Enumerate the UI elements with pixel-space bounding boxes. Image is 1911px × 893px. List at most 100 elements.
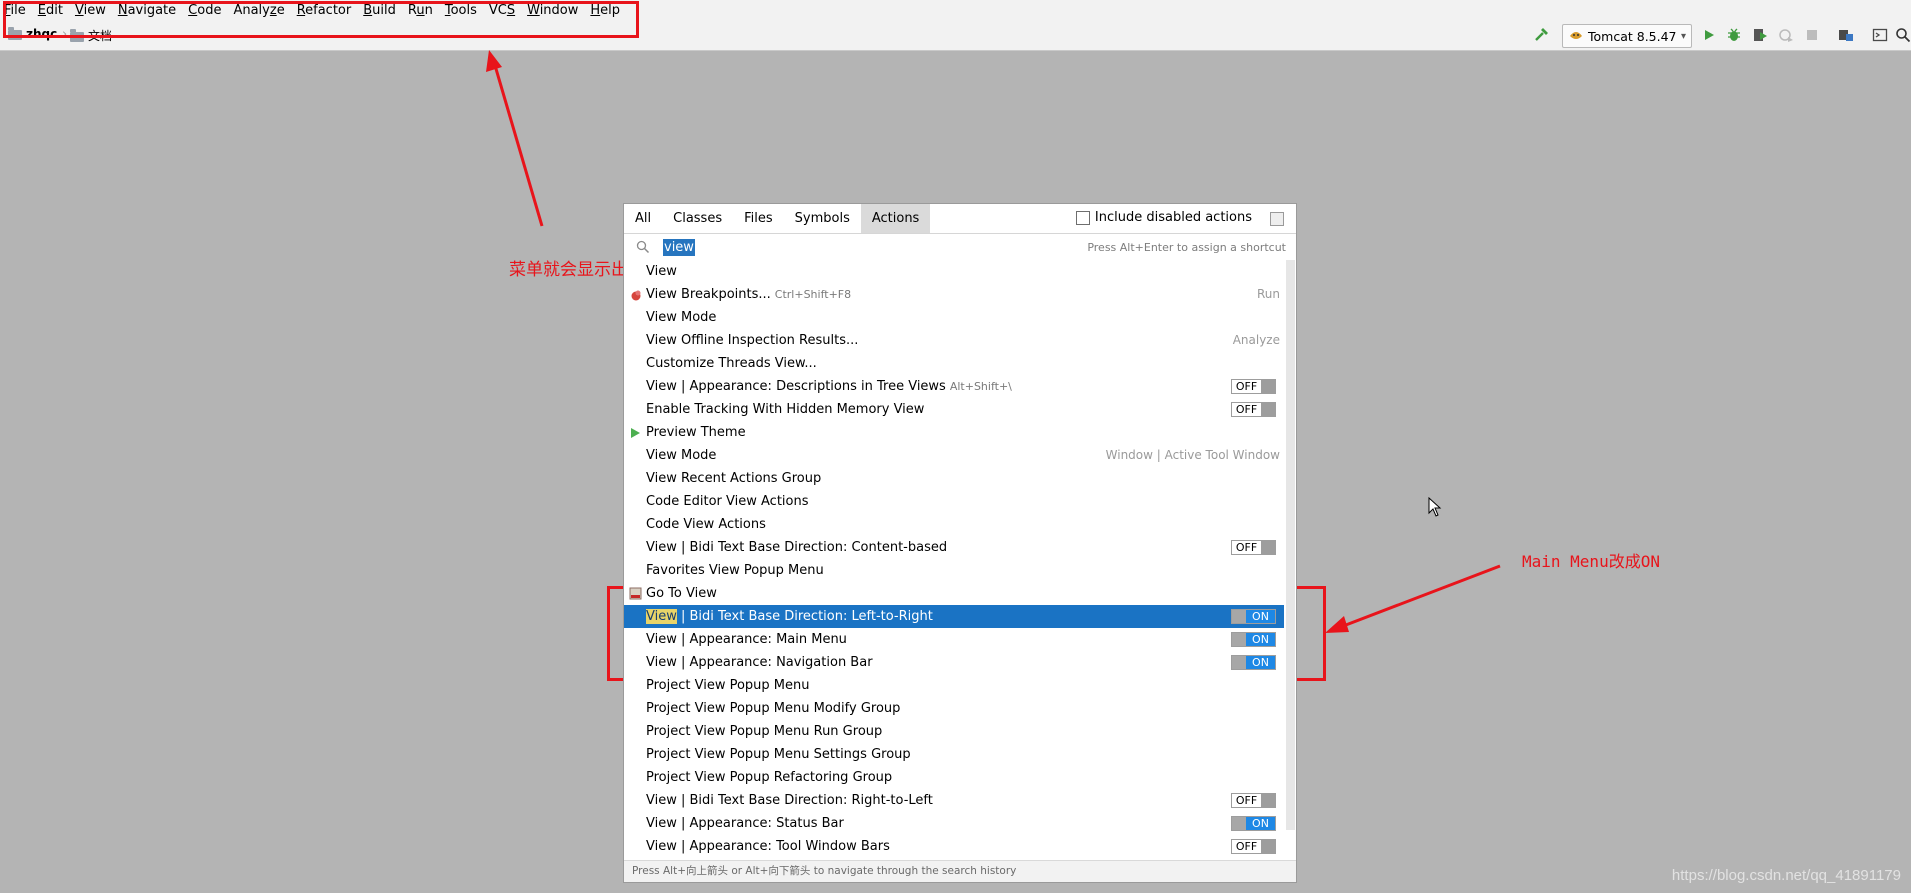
result-row[interactable]: Go To View — [624, 582, 1284, 605]
result-row[interactable]: Project View Popup Menu Run Group — [624, 720, 1284, 743]
toggle-state: ON — [1246, 610, 1275, 623]
toggle-switch[interactable]: ON — [1231, 632, 1276, 647]
tab-classes[interactable]: Classes — [662, 204, 733, 233]
result-label-text: View | Appearance: Navigation Bar — [646, 655, 873, 670]
result-row[interactable]: Project View Popup Refactoring Group — [624, 766, 1284, 789]
tab-symbols[interactable]: Symbols — [784, 204, 861, 233]
toggle-switch[interactable]: OFF — [1231, 793, 1276, 808]
result-row[interactable]: View | Appearance: Tool Window Bars OFF — [624, 835, 1284, 858]
result-row[interactable]: View | Appearance: Status Bar ON — [624, 812, 1284, 835]
search-field[interactable]: view Press Alt+Enter to assign a shortcu… — [624, 235, 1296, 260]
toggle-state: OFF — [1232, 840, 1261, 853]
toggle-state: OFF — [1232, 541, 1261, 554]
stop-icon[interactable] — [1802, 25, 1822, 45]
result-label-text: View | Bidi Text Base Direction: Right-t… — [646, 793, 933, 808]
toggle-switch[interactable]: ON — [1231, 816, 1276, 831]
toggle-switch[interactable]: OFF — [1231, 839, 1276, 854]
result-row[interactable]: Project View Popup Menu — [624, 674, 1284, 697]
toggle-knob — [1232, 610, 1246, 623]
result-label: View | Appearance: Tool Window Bars — [646, 835, 890, 858]
result-row[interactable]: View | Bidi Text Base Direction: Left-to… — [624, 605, 1284, 628]
include-disabled-label: Include disabled actions — [1094, 210, 1252, 225]
result-label-text: View Recent Actions Group — [646, 471, 822, 486]
run-icon[interactable] — [1699, 25, 1719, 45]
annotation-arrow-up — [486, 50, 544, 227]
toggle-switch[interactable]: ON — [1231, 655, 1276, 670]
result-label: View | Appearance: Status Bar — [646, 812, 844, 835]
result-row[interactable]: Favorites View Popup Menu — [624, 559, 1284, 582]
result-row[interactable]: Code View Actions — [624, 513, 1284, 536]
result-row[interactable]: View Breakpoints... Ctrl+Shift+F8 Run — [624, 283, 1284, 306]
search-everywhere-icon[interactable] — [1893, 25, 1911, 45]
toggle-switch[interactable]: OFF — [1231, 540, 1276, 555]
toggle-state: ON — [1246, 656, 1275, 669]
result-label-text: Project View Popup Menu Modify Group — [646, 701, 901, 716]
result-row[interactable]: View | Appearance: Navigation Bar ON — [624, 651, 1284, 674]
result-label: View Offline Inspection Results... — [646, 329, 858, 352]
toggle-switch[interactable]: ON — [1231, 609, 1276, 624]
result-label: View Recent Actions Group — [646, 467, 821, 490]
result-row[interactable]: View Mode — [624, 306, 1284, 329]
toggle-switch[interactable]: OFF — [1231, 379, 1276, 394]
result-row[interactable]: View | Bidi Text Base Direction: Content… — [624, 536, 1284, 559]
terminal-window-icon[interactable] — [1870, 25, 1890, 45]
search-everywhere-popup: All Classes Files Symbols Actions Include di… — [623, 203, 1297, 883]
include-disabled-actions[interactable]: Include disabled actions — [1075, 210, 1252, 225]
result-label-text: View | Bidi Text Base Direction: Content… — [646, 540, 948, 555]
result-row[interactable]: View | Appearance: Main Menu ON — [624, 628, 1284, 651]
pin-window-icon[interactable] — [1270, 212, 1284, 226]
result-label: Go To View — [646, 582, 717, 605]
run-configuration-label: Tomcat 8.5.47 — [1588, 28, 1677, 44]
run-with-coverage-icon[interactable] — [1750, 25, 1770, 45]
result-label-text: View | Appearance: Descriptions in Tree … — [646, 379, 946, 394]
result-row[interactable]: View Recent Actions Group — [624, 467, 1284, 490]
toggle-knob — [1232, 817, 1246, 830]
result-row[interactable]: Project View Popup Menu Modify Group — [624, 697, 1284, 720]
toggle-state: ON — [1246, 633, 1275, 646]
popup-footer: Press Alt+向上箭头 or Alt+向下箭头 to navigate t… — [624, 860, 1296, 882]
results-scrollbar[interactable] — [1286, 260, 1295, 830]
result-row[interactable]: View | Bidi Text Base Direction: Right-t… — [624, 789, 1284, 812]
result-label: View | Appearance: Navigation Bar — [646, 651, 873, 674]
build-hammer-icon[interactable] — [1532, 25, 1552, 45]
result-row[interactable]: View Mode Window | Active Tool Window — [624, 444, 1284, 467]
result-row[interactable]: Customize Threads View... — [624, 352, 1284, 375]
result-group: Window | Active Tool Window — [1105, 448, 1280, 462]
result-label-text: View Mode — [646, 310, 717, 325]
result-row[interactable]: View — [624, 260, 1284, 283]
debug-icon[interactable] — [1724, 25, 1744, 45]
search-hint: Press Alt+Enter to assign a shortcut — [1087, 241, 1286, 254]
result-label: View Breakpoints... Ctrl+Shift+F8 — [646, 283, 851, 306]
toggle-knob — [1261, 541, 1275, 554]
result-label-text: View | Appearance: Tool Window Bars — [646, 839, 890, 854]
result-row[interactable]: Code Editor View Actions — [624, 490, 1284, 513]
project-structure-icon[interactable] — [1836, 25, 1856, 45]
profile-icon[interactable] — [1776, 25, 1796, 45]
result-label-text: Project View Popup Menu Run Group — [646, 724, 883, 739]
result-row[interactable]: View | Appearance: Descriptions in Tree … — [624, 375, 1284, 398]
tab-all[interactable]: All — [624, 204, 662, 233]
play-icon — [629, 426, 642, 439]
result-label: Enable Tracking With Hidden Memory View — [646, 398, 924, 421]
result-label-text: Customize Threads View... — [646, 356, 817, 371]
result-row[interactable]: View Offline Inspection Results... Analyz… — [624, 329, 1284, 352]
result-label: View | Bidi Text Base Direction: Right-t… — [646, 789, 933, 812]
result-label: Preview Theme — [646, 421, 746, 444]
result-group: Run — [1256, 287, 1280, 301]
result-row[interactable]: Enable Tracking With Hidden Memory View O… — [624, 398, 1284, 421]
result-row[interactable]: Project View Popup Menu Settings Group — [624, 743, 1284, 766]
search-icon — [636, 240, 650, 258]
result-label-text: View | Appearance: Main Menu — [646, 632, 847, 647]
result-row[interactable]: Preview Theme — [624, 421, 1284, 444]
toggle-switch[interactable]: OFF — [1231, 402, 1276, 417]
run-configuration-select[interactable]: Tomcat 8.5.47 ▾ — [1562, 24, 1692, 48]
menubar-highlight-box — [3, 1, 639, 38]
search-input[interactable]: view — [663, 239, 695, 256]
include-disabled-checkbox[interactable] — [1075, 210, 1090, 225]
tab-files[interactable]: Files — [733, 204, 784, 233]
tab-actions[interactable]: Actions — [860, 204, 931, 233]
result-label: Favorites View Popup Menu — [646, 559, 824, 582]
breakpoint-icon — [629, 288, 642, 301]
result-label-text: View Breakpoints... — [646, 287, 771, 302]
toggle-knob — [1261, 794, 1275, 807]
